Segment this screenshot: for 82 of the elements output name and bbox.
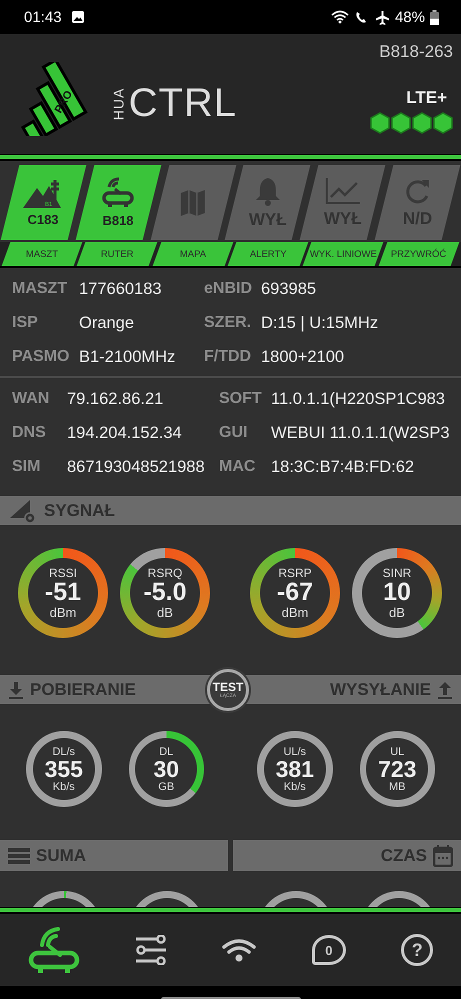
tile-label: MAPA bbox=[152, 242, 234, 266]
gauge-label: RSSI bbox=[48, 566, 77, 580]
info-value: 194.204.152.34 bbox=[67, 424, 183, 442]
gauge-unit: dBm bbox=[50, 605, 76, 620]
tile-label: PRZYWRÓĆ bbox=[378, 242, 460, 266]
gauge-value: 381 bbox=[276, 758, 314, 780]
gauge-unit: Kb/s bbox=[52, 780, 75, 792]
airplane-icon bbox=[374, 10, 390, 24]
list-icon bbox=[8, 846, 30, 864]
calendar-icon bbox=[433, 844, 453, 866]
gauge-label: RSRQ bbox=[148, 566, 182, 580]
gauge-value: 10 bbox=[383, 580, 411, 605]
gauge-label: SINR bbox=[382, 566, 412, 580]
gauge-unit: dB bbox=[157, 605, 173, 620]
info-label: SIM bbox=[12, 458, 42, 476]
brand-prefix: HUA bbox=[110, 88, 126, 120]
tile-label: ALERTY bbox=[228, 242, 309, 266]
gauge-value: 355 bbox=[44, 758, 83, 780]
info-value: Orange bbox=[79, 314, 136, 332]
upload-icon bbox=[437, 680, 453, 698]
info-value: 79.162.86.21 bbox=[67, 390, 164, 408]
info-label: F/TDD bbox=[204, 348, 252, 366]
info-value: 18:3C:B7:4B:FD:62 bbox=[271, 458, 416, 476]
info-value: B1-2100MHz bbox=[79, 348, 176, 366]
info-label: DNS bbox=[12, 424, 47, 442]
router-icon bbox=[28, 925, 80, 975]
wifi-tab[interactable] bbox=[220, 936, 258, 964]
sliders-icon bbox=[135, 935, 168, 965]
battery-icon bbox=[430, 10, 439, 24]
info-value: 177660183 bbox=[79, 280, 163, 298]
info-label: ISP bbox=[12, 314, 39, 332]
tile-label: RUTER bbox=[76, 242, 158, 266]
router-icon bbox=[101, 177, 136, 209]
info-value: 11.0.1.1(H220SP1C983 bbox=[271, 390, 446, 408]
info-label: MAC bbox=[219, 458, 256, 476]
tile-label: WYK. LINIOWE bbox=[302, 242, 384, 266]
bell-icon bbox=[254, 176, 282, 206]
gauge-label: UL/s bbox=[283, 746, 306, 758]
info-value: 1800+2100 bbox=[261, 348, 346, 366]
image-icon bbox=[70, 10, 85, 24]
battery-percent: 48% bbox=[394, 8, 425, 26]
shortcut-tile[interactable] bbox=[150, 165, 236, 240]
gauge-label: DL bbox=[159, 746, 174, 758]
gauge-label: UL bbox=[390, 746, 404, 758]
info-value: 867193048521988 bbox=[67, 458, 206, 476]
gauge-label: DL/s bbox=[52, 746, 76, 758]
info-value: WEBUI 11.0.1.1(W2SP3 bbox=[271, 424, 451, 442]
network-type: LTE+ bbox=[406, 88, 447, 108]
gauge-unit: Kb/s bbox=[284, 780, 306, 792]
section-title: SUMA bbox=[36, 846, 86, 866]
section-title: POBIERANIE bbox=[30, 680, 136, 700]
gauge-value: -51 bbox=[44, 580, 82, 605]
clock-time: 01:43 bbox=[24, 8, 62, 26]
gauge-unit: dB bbox=[389, 605, 405, 620]
section-title: WYSYŁANIE bbox=[330, 680, 431, 700]
gauge-label: RSRP bbox=[278, 566, 312, 580]
line-chart-icon bbox=[324, 176, 361, 204]
shortcut-tile[interactable]: B818 bbox=[75, 165, 161, 240]
section-title: CZAS bbox=[380, 846, 427, 866]
app-title: CTRL bbox=[128, 80, 238, 126]
tile-label: MASZT bbox=[2, 242, 83, 266]
info-label: WAN bbox=[12, 390, 50, 408]
device-model: B818-263 bbox=[379, 42, 453, 62]
info-label: MASZT bbox=[12, 280, 68, 298]
gauge-value: 723 bbox=[378, 758, 416, 780]
gauge-value: -5.0 bbox=[143, 580, 187, 605]
gauge-unit: MB bbox=[389, 780, 406, 792]
gauge-unit: dBm bbox=[282, 605, 308, 620]
gauge-value: 30 bbox=[153, 758, 180, 780]
info-label: SOFT bbox=[219, 390, 263, 408]
section-title: SYGNAŁ bbox=[44, 500, 115, 520]
gauge-unit: GB bbox=[158, 780, 174, 792]
gauge-value: -67 bbox=[276, 580, 314, 605]
info-label: SZER. bbox=[204, 314, 252, 332]
info-label: eNBID bbox=[204, 280, 254, 298]
wifi-icon bbox=[222, 938, 256, 962]
info-label: PASMO bbox=[12, 348, 70, 366]
wifi-icon bbox=[330, 10, 349, 24]
info-value: D:15 | U:15MHz bbox=[261, 314, 380, 332]
info-value: 693985 bbox=[261, 280, 318, 298]
info-label: GUI bbox=[219, 424, 248, 442]
download-icon bbox=[8, 680, 24, 698]
